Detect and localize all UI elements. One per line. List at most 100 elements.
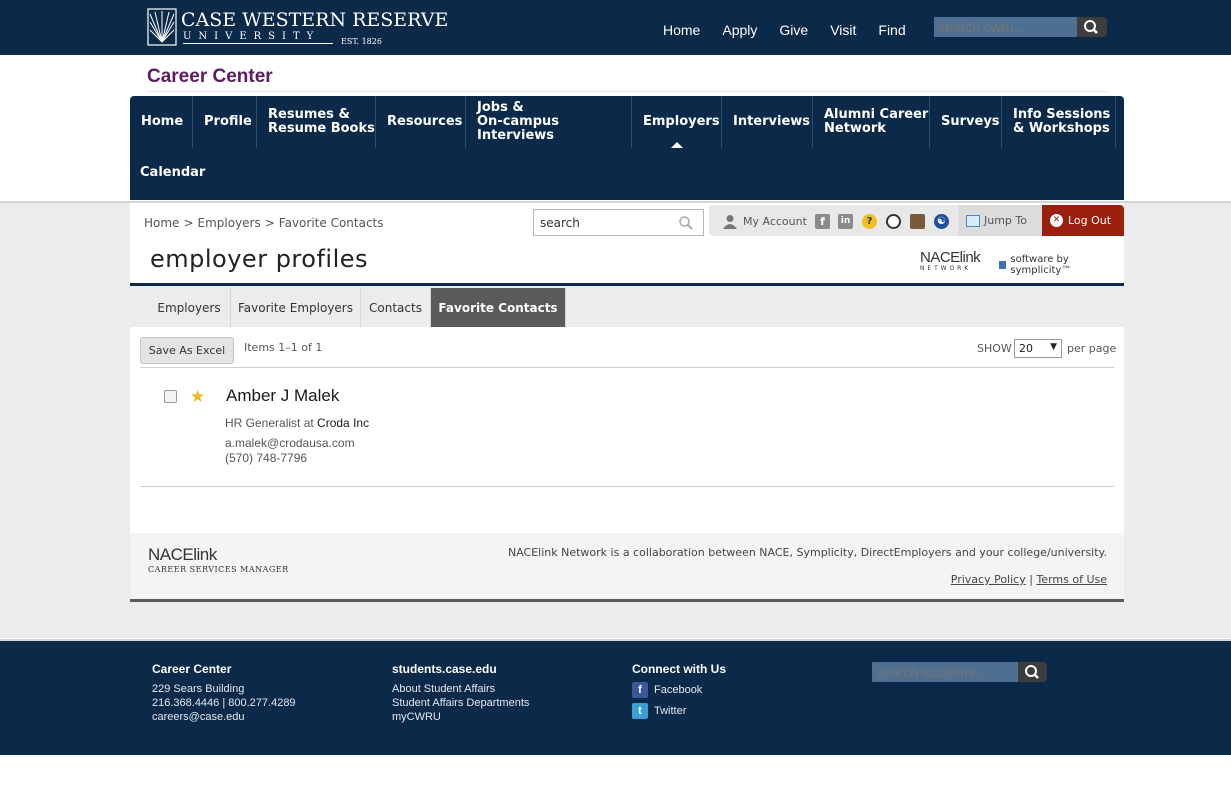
footer-connect: Connect with Us f Facebook t Twitter <box>632 662 726 724</box>
twitter-icon: t <box>632 703 648 719</box>
help-icon[interactable]: ? <box>862 214 877 229</box>
nav-resources[interactable]: Resources <box>376 96 466 148</box>
tab-employers[interactable]: Employers <box>148 288 231 327</box>
play-tutorial-icon[interactable] <box>886 214 901 229</box>
symplicity-brand: software by symplicity™ <box>999 254 1124 276</box>
privacy-policy-link[interactable]: Privacy Policy <box>951 573 1026 586</box>
dropdown-arrow-icon: ▼ <box>1050 342 1057 352</box>
breadcrumb-separator: > <box>264 216 275 230</box>
search-icon[interactable] <box>678 215 694 231</box>
save-as-excel-button[interactable]: Save As Excel <box>140 337 234 364</box>
footer-link-departments[interactable]: Student Affairs Departments <box>392 696 529 710</box>
nav-profile[interactable]: Profile <box>193 96 257 148</box>
collaboration-note: NACElink Network is a collaboration betw… <box>507 546 1107 559</box>
user-icon <box>723 215 737 229</box>
title-divider <box>147 91 1107 92</box>
linkedin-icon[interactable]: in <box>838 214 853 229</box>
per-page-value: 20 <box>1019 342 1033 355</box>
university-est: EST. 1826 <box>341 37 382 46</box>
university-logo[interactable]: CASE WESTERN RESERVE UNIVERSITY EST. 182… <box>147 8 448 48</box>
footer-address: 229 Sears Building <box>152 683 245 695</box>
top-nav-visit[interactable]: Visit <box>830 22 856 38</box>
tab-favorite-contacts[interactable]: Favorite Contacts <box>431 288 566 327</box>
search-icon <box>1084 20 1098 34</box>
breadcrumb-current: Favorite Contacts <box>278 216 384 230</box>
footer-career-center-heading[interactable]: Career Center <box>152 662 296 676</box>
nav-info-sessions[interactable]: Info Sessions & Workshops <box>1002 96 1116 148</box>
per-page-select[interactable]: 20 ▼ <box>1014 339 1062 358</box>
footer-link-about[interactable]: About Student Affairs <box>392 682 529 696</box>
close-icon: ✕ <box>1050 214 1063 227</box>
logo-divider <box>183 43 333 44</box>
site-title[interactable]: Career Center <box>147 66 273 88</box>
facebook-icon[interactable]: f <box>815 214 830 229</box>
nav-surveys[interactable]: Surveys <box>930 96 1002 148</box>
nav-calendar[interactable]: Calendar <box>140 165 205 180</box>
top-nav-give[interactable]: Give <box>779 22 808 38</box>
tab-contacts[interactable]: Contacts <box>361 288 431 327</box>
legal-links: Privacy Policy | Terms of Use <box>951 573 1107 586</box>
footer-career-center: Career Center 229 Sears Building 216.368… <box>152 662 296 724</box>
search-icon <box>1025 665 1039 679</box>
nacelink-logo-text: NACElink <box>920 249 981 266</box>
jump-to-button[interactable]: Jump To <box>958 205 1042 236</box>
jump-to-label: Jump To <box>984 214 1027 227</box>
footer-twitter-link[interactable]: t Twitter <box>632 703 726 719</box>
nav-interviews[interactable]: Interviews <box>722 96 813 148</box>
breadcrumb-employers[interactable]: Employers <box>198 216 261 230</box>
contact-phone: (570) 748-7796 <box>225 451 308 465</box>
jump-to-icon <box>966 214 980 227</box>
show-label: SHOW <box>977 342 1012 355</box>
nav-resumes[interactable]: Resumes & Resume Books <box>257 96 376 148</box>
main-nav: Home Profile Resumes & Resume Books Reso… <box>130 96 1124 200</box>
tab-favorite-employers[interactable]: Favorite Employers <box>231 288 361 327</box>
my-account-link[interactable]: My Account <box>723 214 807 229</box>
items-count: Items 1–1 of 1 <box>244 341 323 354</box>
nacelink-footer-logo-subtext: CAREER SERVICES MANAGER <box>148 565 289 574</box>
favorite-star-icon[interactable]: ★ <box>190 387 205 407</box>
nacelink-network-logo: NACElink N E T W O R K <box>920 250 992 272</box>
application-footer: NACElink CAREER SERVICES MANAGER NACElin… <box>130 533 1124 602</box>
list-divider <box>140 486 1114 487</box>
nacelink-footer-logo-text: NACElink <box>148 545 217 564</box>
accessibility-icon[interactable]: ☯ <box>934 214 949 229</box>
symplicity-label: software by symplicity™ <box>1010 254 1072 276</box>
nav-employers[interactable]: Employers <box>632 96 722 148</box>
nacelink-csm-logo: NACElink CAREER SERVICES MANAGER <box>148 545 289 574</box>
nav-jobs[interactable]: Jobs & On-campus Interviews <box>466 96 632 148</box>
contact-name[interactable]: Amber J Malek <box>226 386 339 406</box>
sunburst-icon <box>147 8 177 46</box>
print-icon[interactable] <box>910 214 925 229</box>
contact-select-checkbox[interactable] <box>164 390 177 403</box>
top-nav-find[interactable]: Find <box>878 22 905 38</box>
university-subname: UNIVERSITY <box>183 31 321 42</box>
cwru-search-input[interactable] <box>934 17 1077 37</box>
footer-connect-heading: Connect with Us <box>632 662 727 676</box>
nav-alumni-career-network[interactable]: Alumni Career Network <box>813 96 930 148</box>
site-footer: Career Center 229 Sears Building 216.368… <box>0 639 1231 755</box>
cwru-search-button[interactable] <box>1077 17 1107 37</box>
contact-email[interactable]: a.malek@crodausa.com <box>225 436 355 450</box>
breadcrumb-separator: > <box>183 216 194 230</box>
terms-of-use-link[interactable]: Terms of Use <box>1036 573 1107 586</box>
students-search-input[interactable] <box>872 662 1018 682</box>
list-divider <box>140 367 1114 368</box>
university-name: CASE WESTERN RESERVE <box>181 9 449 31</box>
footer-facebook-link[interactable]: f Facebook <box>632 682 726 698</box>
log-out-label: Log Out <box>1068 214 1112 227</box>
top-nav: Home Apply Give Visit Find <box>663 22 928 38</box>
twitter-label: Twitter <box>654 705 687 717</box>
nav-home[interactable]: Home <box>130 96 193 148</box>
breadcrumb-home[interactable]: Home <box>144 216 179 230</box>
footer-email[interactable]: careers@case.edu <box>152 710 296 724</box>
top-nav-apply[interactable]: Apply <box>722 22 757 38</box>
contact-organization[interactable]: Croda Inc <box>317 416 369 430</box>
footer-students-heading[interactable]: students.case.edu <box>392 662 529 676</box>
legal-separator: | <box>1029 573 1033 586</box>
facebook-icon: f <box>632 682 648 698</box>
footer-students: students.case.edu About Student Affairs … <box>392 662 529 724</box>
students-search-button[interactable] <box>1018 662 1047 682</box>
top-nav-home[interactable]: Home <box>663 22 700 38</box>
footer-link-mycwru[interactable]: myCWRU <box>392 710 529 724</box>
log-out-button[interactable]: ✕ Log Out <box>1042 205 1124 236</box>
